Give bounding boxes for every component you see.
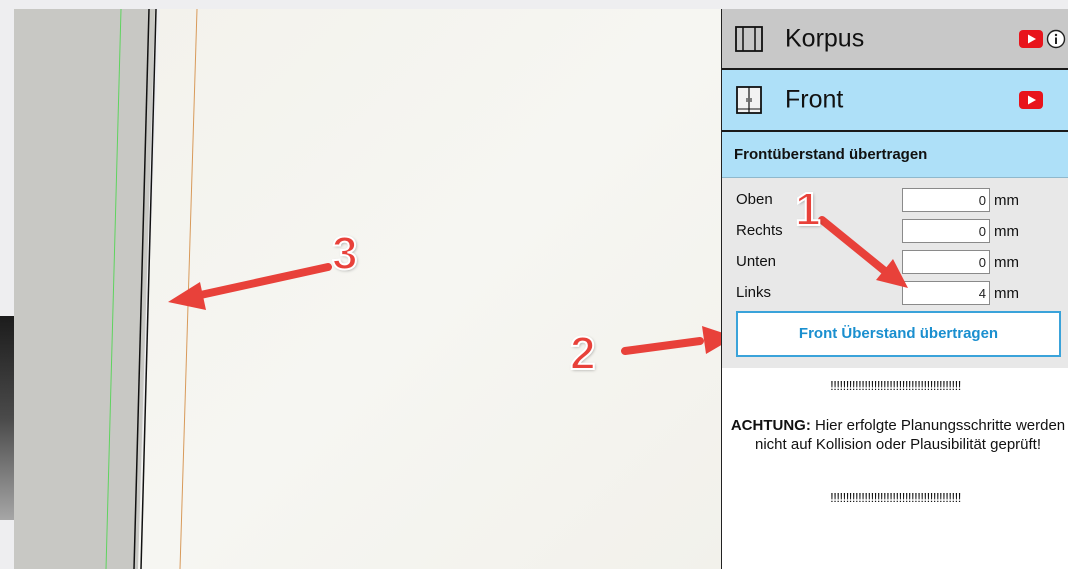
info-icon[interactable]	[1046, 29, 1066, 49]
field-label-unten: Unten	[736, 253, 777, 270]
unit-label: mm	[994, 285, 1019, 302]
field-label-rechts: Rechts	[736, 222, 783, 239]
section-front[interactable]: Front	[722, 70, 1068, 132]
warning-area: !!!!!!!!!!!!!!!!!!!!!!!!!!!!!!!!!!!!!!!!…	[722, 368, 1068, 568]
warning-bang-line-top: !!!!!!!!!!!!!!!!!!!!!!!!!!!!!!!!!!!!!!!!…	[830, 378, 961, 393]
annotation-number-3: 3	[331, 226, 359, 280]
apply-front-overhang-button[interactable]: Front Überstand übertragen	[736, 311, 1061, 357]
dark-edge	[0, 316, 14, 520]
front-overhang-header: Frontüberstand übertragen	[722, 132, 1068, 178]
youtube-icon[interactable]	[1019, 91, 1043, 109]
3d-viewport[interactable]: 3 2	[0, 0, 722, 569]
field-label-oben: Oben	[736, 191, 773, 208]
side-panel	[14, 9, 155, 569]
section-korpus[interactable]: Korpus	[722, 9, 1068, 70]
unit-label: mm	[994, 254, 1019, 271]
warning-bang-line-bottom: !!!!!!!!!!!!!!!!!!!!!!!!!!!!!!!!!!!!!!!!…	[830, 490, 961, 505]
warning-message: ACHTUNG: Hier erfolgte Planungsschritte …	[728, 416, 1068, 454]
viewport-canvas	[0, 0, 722, 569]
field-label-links: Links	[736, 284, 772, 301]
section-title-front: Front	[785, 85, 844, 114]
annotation-number-1: 1	[794, 182, 822, 236]
annotation-number-2: 2	[569, 326, 597, 380]
youtube-icon[interactable]	[1019, 29, 1043, 48]
unit-label: mm	[994, 223, 1019, 240]
front-door-icon	[736, 86, 762, 114]
cabinet-icon	[735, 25, 763, 52]
warning-label: ACHTUNG:	[730, 417, 811, 434]
section-title-korpus: Korpus	[785, 24, 865, 52]
unit-label: mm	[994, 192, 1019, 209]
